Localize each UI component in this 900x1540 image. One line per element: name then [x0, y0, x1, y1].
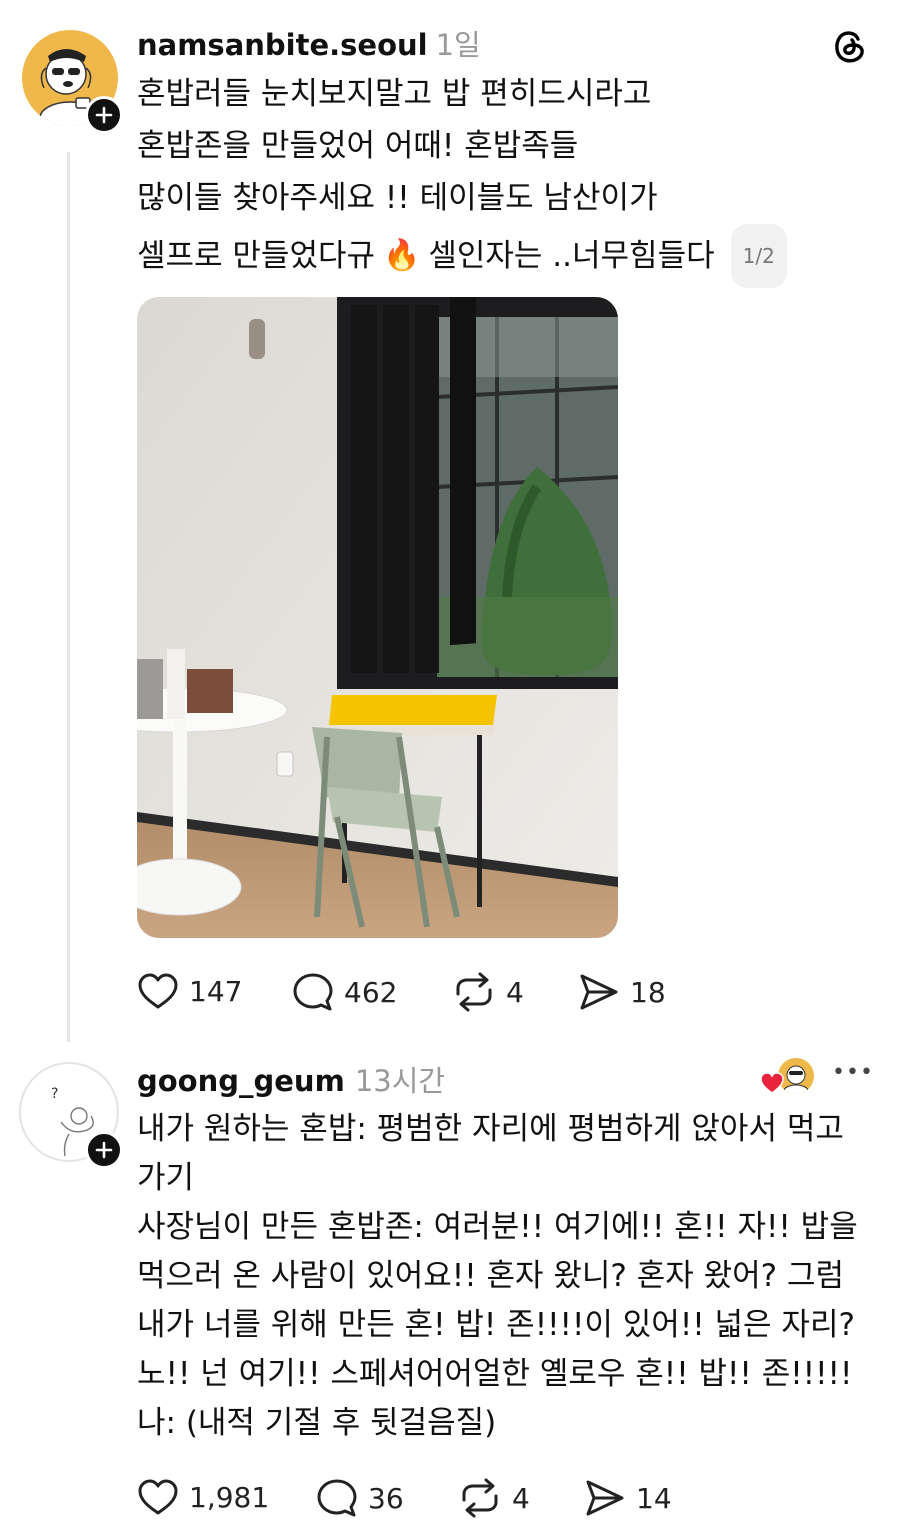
post2-line: 노!! 넌 여기!! 스페셔어어얼한 옐로우 혼!! 밥!! 존!!!!!: [137, 1356, 853, 1392]
send-icon: [586, 1480, 624, 1516]
post1-like-count: 147: [189, 974, 243, 1008]
post1-body: 혼밥러들 눈치보지말고 밥 편히드시라고 혼밥존을 만들었어 어때! 혼밥족들 …: [137, 68, 787, 288]
post2-time: 13시간: [354, 1064, 446, 1098]
repost-icon: [456, 972, 492, 1012]
post1-line: 혼밥러들 눈치보지말고 밥 편히드시라고: [137, 76, 652, 112]
comment-icon: [317, 1479, 357, 1517]
post1-line: 셀인자는 ..너무힘들다: [428, 238, 715, 274]
svg-text:?: ?: [51, 1086, 58, 1102]
post2-share-count: 14: [636, 1481, 672, 1515]
post2-like-button[interactable]: 1,981: [137, 1478, 269, 1516]
post2-reply-count: 36: [368, 1481, 404, 1515]
follow-plus-icon[interactable]: [85, 1131, 123, 1169]
post1-reply-button[interactable]: 462: [292, 972, 397, 1012]
post1-header: namsanbite.seoul 1일: [137, 22, 481, 64]
red-heart-icon: [760, 1072, 784, 1094]
post1-last-line: 셀프로 만들었다규 🔥 셀인자는 ..너무힘들다 1/2: [137, 224, 787, 288]
fire-emoji-icon: 🔥: [383, 238, 421, 273]
post2-username[interactable]: goong_geum: [137, 1064, 345, 1098]
heart-icon: [138, 1479, 178, 1515]
post1-line: 많이들 찾아주세요 !! 테이블도 남산이가: [137, 180, 658, 216]
post2-line: 내가 너를 위해 만든 혼! 밥! 존!!!!이 있어!! 넓은 자리?: [137, 1307, 855, 1343]
post1-time: 1일: [435, 28, 481, 62]
image-pager-badge: 1/2: [730, 224, 787, 288]
post2-reply-button[interactable]: 36: [316, 1478, 404, 1518]
comment-icon: [293, 973, 333, 1011]
post1-line: 셀프로 만들었다규: [137, 238, 376, 274]
post2-header: goong_geum 13시간: [137, 1058, 445, 1100]
post1-line: 혼밥존을 만들었어 어때! 혼밥족들: [137, 128, 579, 164]
thread-connector-line: [67, 152, 70, 1042]
post1-like-button[interactable]: 147: [137, 972, 242, 1010]
post2-line: 사장님이 만든 혼밥존: 여러분!! 여기에!! 혼!! 자!! 밥을: [137, 1209, 858, 1245]
author-liked-badge: [760, 1058, 816, 1098]
repost-icon: [462, 1478, 498, 1518]
post2-share-button[interactable]: 14: [584, 1478, 672, 1518]
post1-reply-count: 462: [344, 975, 398, 1009]
post2-line: 내가 원하는 혼밥: 평범한 자리에 평범하게 앉아서 먹고: [137, 1111, 844, 1147]
post2-body: 내가 원하는 혼밥: 평범한 자리에 평범하게 앉아서 먹고 가기 사장님이 만…: [137, 1105, 877, 1448]
post1-photo[interactable]: [137, 297, 618, 938]
post1-repost-button[interactable]: 4: [452, 972, 524, 1012]
post2-like-count: 1,981: [189, 1480, 270, 1514]
post2-line: 먹으러 온 사람이 있어요!! 혼자 왔니? 혼자 왔어? 그럼: [137, 1258, 844, 1294]
threads-logo-icon[interactable]: [830, 26, 870, 70]
more-options-icon[interactable]: •••: [832, 1060, 874, 1085]
send-icon: [580, 974, 618, 1010]
follow-plus-icon[interactable]: [85, 96, 123, 134]
post1-share-button[interactable]: 18: [578, 972, 666, 1012]
post2-line: 가기: [137, 1160, 195, 1196]
post2-line: 나: (내적 기절 후 뒷걸음질): [137, 1405, 497, 1441]
post2-repost-count: 4: [512, 1481, 530, 1515]
post1-share-count: 18: [630, 975, 666, 1009]
post1-username[interactable]: namsanbite.seoul: [137, 28, 428, 62]
post2-repost-button[interactable]: 4: [458, 1478, 530, 1518]
post1-repost-count: 4: [506, 975, 524, 1009]
heart-icon: [138, 973, 178, 1009]
